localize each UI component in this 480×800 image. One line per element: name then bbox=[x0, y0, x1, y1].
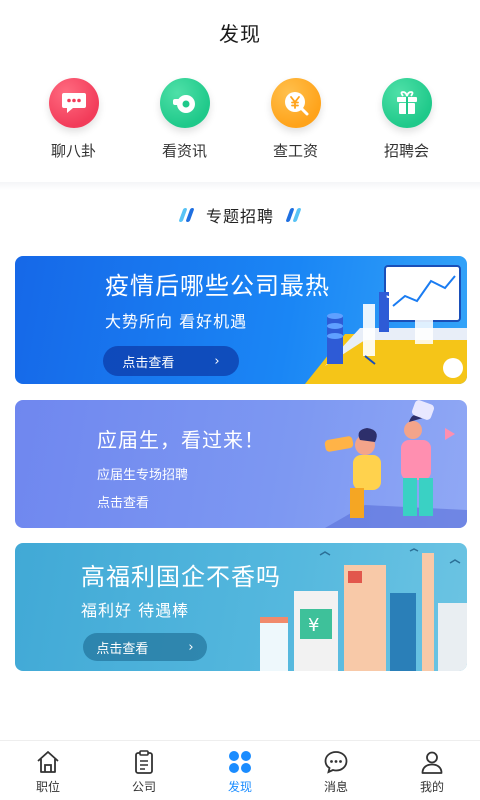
section-header: 专题招聘 bbox=[0, 200, 480, 230]
quick-item-label: 聊八卦 bbox=[50, 142, 96, 160]
news-whistle-icon bbox=[159, 78, 210, 128]
quick-item-gossip[interactable]: 聊八卦 bbox=[29, 78, 119, 178]
tab-label: 职位 bbox=[35, 780, 60, 794]
banner-soe-welfare[interactable]: ¥ 高福利国企不香吗 福利好 待遇棒 点击查看 › bbox=[15, 543, 467, 671]
message-icon bbox=[324, 751, 348, 774]
section-title: 专题招聘 bbox=[205, 207, 274, 226]
chevron-right-icon: › bbox=[214, 353, 220, 369]
banner-hot-companies[interactable]: 3 疫情后哪些公司最热 大势所向 看好机遇 点击查看 › bbox=[15, 256, 467, 384]
tab-label: 消息 bbox=[323, 780, 348, 794]
section-divider bbox=[0, 182, 480, 190]
quick-item-salary[interactable]: 查工资 bbox=[251, 78, 341, 178]
quick-item-label: 查工资 bbox=[272, 142, 318, 160]
svg-text:¥: ¥ bbox=[308, 615, 319, 636]
svg-text:3: 3 bbox=[385, 279, 399, 304]
chat-bubble-icon bbox=[48, 78, 99, 128]
slash-decoration-icon bbox=[178, 208, 195, 222]
banner-view-button[interactable]: 点击查看 › bbox=[103, 346, 239, 376]
person-icon bbox=[421, 751, 443, 774]
tab-jobs[interactable]: 职位 bbox=[8, 741, 88, 800]
page-title: 发现 bbox=[219, 21, 261, 46]
quick-nav: 聊八卦 看资讯 查工资 招聘会 bbox=[0, 78, 480, 178]
quick-item-news[interactable]: 看资讯 bbox=[140, 78, 230, 178]
button-label: 点击查看 bbox=[122, 355, 175, 371]
banner-title: 高福利国企不香吗 bbox=[81, 563, 281, 591]
city-buildings-illustration: ¥ bbox=[260, 548, 467, 671]
quick-item-label: 招聘会 bbox=[383, 142, 429, 160]
banner-title: 疫情后哪些公司最热 bbox=[105, 272, 330, 300]
tab-discover[interactable]: 发现 bbox=[200, 741, 280, 800]
clipboard-icon bbox=[135, 750, 153, 774]
quick-item-job-fair[interactable]: 招聘会 bbox=[362, 78, 452, 178]
slash-decoration-icon bbox=[285, 208, 302, 222]
banner-subtitle: 大势所向 看好机遇 bbox=[105, 312, 248, 331]
button-label: 点击查看 bbox=[96, 641, 149, 657]
discover-grid-icon bbox=[229, 751, 251, 773]
yen-coin-icon bbox=[270, 78, 321, 128]
tab-messages[interactable]: 消息 bbox=[296, 741, 376, 800]
banner-subtitle: 福利好 待遇棒 bbox=[81, 601, 190, 620]
tab-label: 发现 bbox=[227, 780, 252, 794]
tab-profile[interactable]: 我的 bbox=[392, 741, 472, 800]
people-telescope-illustration bbox=[324, 400, 467, 528]
page-header: 发现 bbox=[0, 0, 480, 64]
home-icon bbox=[37, 751, 59, 773]
banner-view-button[interactable]: 点击查看 › bbox=[83, 633, 207, 661]
banner-title: 应届生，看过来！ bbox=[97, 428, 265, 452]
tab-label: 我的 bbox=[419, 780, 444, 794]
chevron-right-icon: › bbox=[188, 639, 194, 655]
banner-subtitle: 应届生专场招聘 bbox=[97, 468, 189, 483]
banner-view-link[interactable]: 点击查看 bbox=[97, 492, 149, 511]
banner-graduates[interactable]: 应届生，看过来！ 应届生专场招聘 点击查看 bbox=[15, 400, 467, 528]
tab-companies[interactable]: 公司 bbox=[104, 741, 184, 800]
tab-label: 公司 bbox=[131, 780, 156, 794]
gift-box-icon bbox=[381, 78, 432, 128]
quick-item-label: 看资讯 bbox=[161, 142, 207, 160]
bottom-tab-bar: 职位 公司 发现 消息 我的 bbox=[0, 740, 480, 800]
